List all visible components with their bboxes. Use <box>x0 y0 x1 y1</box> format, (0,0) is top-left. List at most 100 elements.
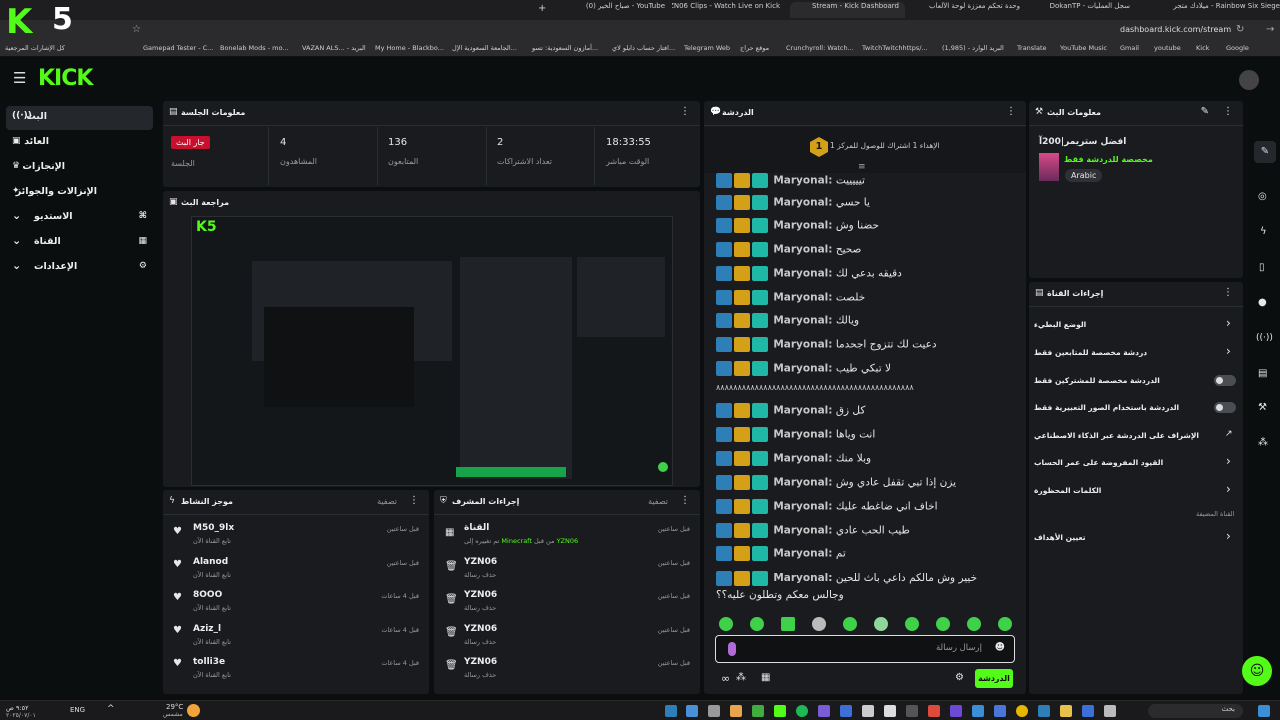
chevron-right-icon[interactable]: › <box>1226 316 1231 330</box>
edit-icon[interactable]: ✎ <box>1254 141 1276 163</box>
bookmark-item[interactable]: الجامعة السعودية الإل... <box>452 44 517 52</box>
bookmark-item[interactable]: أمازون السعودية: تسو... <box>532 44 598 52</box>
chat-message[interactable]: Maryonal: دقيقه بدعي لك <box>716 266 1016 286</box>
chat-message[interactable]: Maryonal: كل زق <box>716 403 1016 423</box>
emote-icon[interactable] <box>750 617 764 631</box>
chevron-right-icon[interactable]: › <box>1226 529 1231 543</box>
emote-icon[interactable] <box>905 617 919 631</box>
send-chat-button[interactable]: الدردشة <box>975 669 1013 688</box>
app-icon[interactable] <box>1038 705 1050 717</box>
app-icon[interactable] <box>1104 705 1116 717</box>
emote-icon[interactable] <box>843 617 857 631</box>
modaction-name[interactable]: YZN06 <box>464 657 497 667</box>
gear-icon[interactable]: ⚙ <box>955 672 964 683</box>
bookmark-item[interactable]: My Home - Blackbo... <box>375 44 444 52</box>
chat-icon[interactable]: ● <box>1258 297 1267 308</box>
steam-icon[interactable] <box>665 705 677 717</box>
activity-name[interactable]: M50_9lx <box>193 523 234 533</box>
sidebar-item-stream[interactable]: ((·)) البث <box>6 106 153 130</box>
chrome-icon[interactable] <box>1016 705 1028 717</box>
bookmark-item[interactable]: Gmail <box>1120 44 1139 52</box>
emote-only-toggle[interactable] <box>1214 402 1236 413</box>
xbox-icon[interactable] <box>752 705 764 717</box>
app-icon[interactable] <box>928 705 940 717</box>
windows-start-icon[interactable] <box>1258 705 1270 717</box>
app-icon[interactable] <box>994 705 1006 717</box>
new-tab-button[interactable]: + <box>538 3 546 14</box>
category-thumbnail[interactable] <box>1039 153 1059 181</box>
sidebar-item-studio[interactable]: ⌄ الاستديو ⌘ <box>6 206 153 230</box>
bookmark-all[interactable]: كل الإشارات المرجعية <box>5 44 65 52</box>
emote-icon[interactable] <box>874 617 888 631</box>
chat-message[interactable]: Maryonal: اخاف اني ضاغطه عليك <box>716 499 1016 519</box>
external-link-icon[interactable]: ↗ <box>1225 429 1233 439</box>
app-icon[interactable] <box>972 705 984 717</box>
help-button[interactable]: ☺ <box>1242 656 1272 686</box>
chat-message[interactable]: Maryonal: طيب الحب عادي <box>716 523 1016 543</box>
chevron-right-icon[interactable]: › <box>1226 482 1231 496</box>
chat-message[interactable]: Maryonal: خلصت <box>716 290 1016 310</box>
bookmark-item[interactable]: (1,985) - البريد الوارد <box>942 44 1004 52</box>
chat-message[interactable]: Maryonal: دعيت لك تتزوج اجحدما <box>716 337 1016 357</box>
language-indicator[interactable]: ENG <box>70 706 85 714</box>
sidebar-item-achievements[interactable]: ♛ الإنجازات <box>6 156 153 180</box>
sidebar-item-drops[interactable]: ✦ الإنزالات والجوائز <box>6 181 153 205</box>
chat-message[interactable]: Maryonal: يزن إذا تبي تقفل عادي وش <box>716 475 1016 495</box>
bookmark-item[interactable]: Kick <box>1196 44 1209 52</box>
more-icon[interactable]: ⋮ <box>409 495 419 506</box>
chevron-down-icon[interactable]: ≡ <box>858 162 866 172</box>
bookmark-item[interactable]: افتار حساب دايلو لاي... <box>612 44 675 52</box>
wrench-icon[interactable]: ⚒ <box>1258 402 1267 413</box>
activity-name[interactable]: tolli3e <box>193 657 225 667</box>
layers-icon[interactable]: ▤ <box>1258 368 1267 379</box>
emoji-icon[interactable]: ☻ <box>995 642 1005 653</box>
activity-name[interactable]: 8OOO <box>193 590 222 600</box>
chat-message[interactable]: Maryonal: لا تبكي طيب <box>716 361 1016 381</box>
app-icon[interactable] <box>818 705 830 717</box>
calendar-icon[interactable]: ▦ <box>761 672 770 683</box>
stream-preview-video[interactable]: K5 <box>191 216 673 486</box>
action-ai-moderation[interactable]: الإشراف على الدردشة عبر الذكاء الاصطناعي <box>1034 431 1199 440</box>
action-followers-only[interactable]: دردشة مخصصة للمتابعين فقط <box>1034 348 1147 357</box>
app-icon[interactable] <box>1082 705 1094 717</box>
tab-youtube[interactable]: YouTube - صباح الخير (0) <box>570 2 665 18</box>
avatar[interactable] <box>1239 70 1259 90</box>
edit-icon[interactable]: ✎ <box>1201 106 1209 117</box>
more-icon[interactable]: ⋮ <box>680 106 690 117</box>
bookmark-item[interactable]: TwitchTwitchhttps/... <box>862 44 928 52</box>
taskbar-search[interactable]: بحث <box>1148 704 1243 718</box>
app-icon[interactable] <box>906 705 918 717</box>
broadcast-icon[interactable]: ((·)) <box>1256 333 1273 343</box>
url-field[interactable]: dashboard.kick.com/stream <box>1120 25 1231 34</box>
app-icon[interactable] <box>840 705 852 717</box>
tab-dokantp[interactable]: سجل العمليات - DokanTP <box>1030 2 1130 18</box>
app-icon[interactable] <box>686 705 698 717</box>
bookmark-item[interactable]: YouTube Music <box>1060 44 1107 52</box>
share-icon[interactable]: ⁂ <box>736 672 746 683</box>
chat-message[interactable]: Maryonal: وبلا منك <box>716 451 1016 471</box>
back-icon[interactable]: → <box>1266 24 1274 35</box>
bookmark-item[interactable]: Bonelab Mods - mo... <box>220 44 289 52</box>
more-icon[interactable]: ⋮ <box>680 495 690 506</box>
tab-kick-dashboard[interactable]: Stream - Kick Dashboard <box>790 2 905 18</box>
modaction-name[interactable]: YZN06 <box>464 590 497 600</box>
tab-rainbow-six[interactable]: Rainbow Six Siege - ميلادك متجر <box>1150 2 1280 18</box>
chevron-up-icon[interactable]: ^ <box>107 704 115 714</box>
chevron-right-icon[interactable]: › <box>1226 454 1231 468</box>
pinned-banner[interactable]: 1 الإهداء 1 اشتراك للوصول للمركز 1 ≡ <box>704 127 1026 173</box>
chat-message[interactable]: Maryonal: يا حسي <box>716 195 1016 215</box>
chat-message[interactable]: Maryonal: انت وياها <box>716 427 1016 447</box>
bookmark-item[interactable]: Crunchyroll: Watch... <box>786 44 854 52</box>
action-account-age[interactable]: القيود المفروضة على عمر الحساب <box>1034 458 1163 467</box>
kick-logo[interactable]: KICK <box>38 66 93 91</box>
kick-icon[interactable] <box>774 705 786 717</box>
bookmark-item[interactable]: youtube <box>1154 44 1181 52</box>
chevron-right-icon[interactable]: › <box>1226 344 1231 358</box>
mic-icon[interactable] <box>728 642 736 656</box>
star-icon[interactable]: ☆ <box>132 24 141 35</box>
more-icon[interactable]: ⋮ <box>1223 106 1233 117</box>
action-banned-words[interactable]: الكلمات المحظورة <box>1034 486 1101 495</box>
app-icon[interactable] <box>884 705 896 717</box>
sidebar-item-revenue[interactable]: ▣ العائد <box>6 131 153 155</box>
menu-icon[interactable]: ☰ <box>13 69 26 87</box>
